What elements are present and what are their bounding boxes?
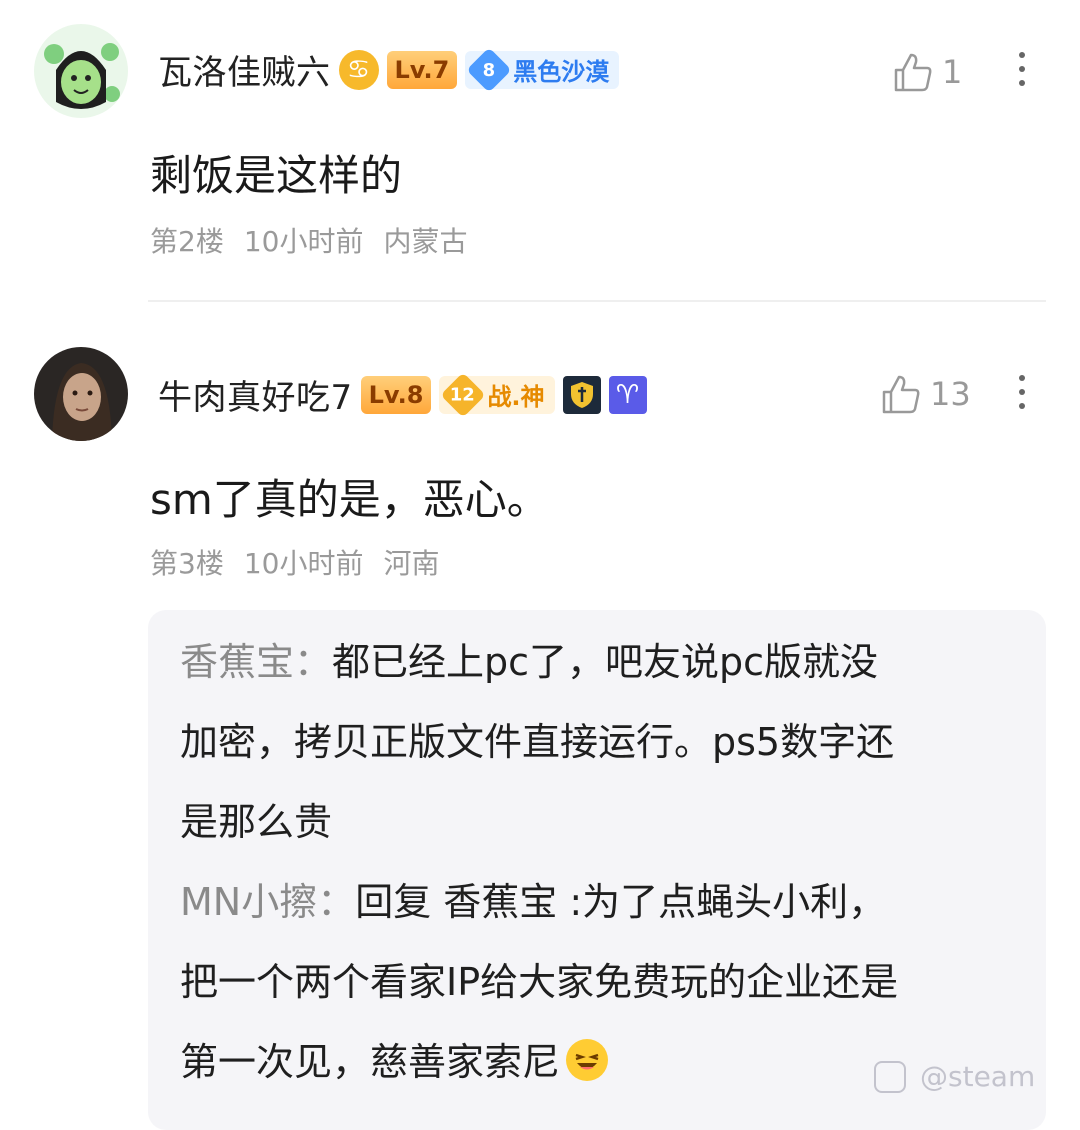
thumbs-up-icon [882, 375, 920, 414]
watermark: @steam [874, 1060, 1035, 1093]
reply-text-line: 回复 香蕉宝 :为了点蝇头小利， [355, 880, 887, 924]
avatar[interactable] [34, 347, 128, 441]
fan-level-diamond-icon: 12 [440, 371, 487, 418]
reply-text-line: 把一个两个看家IP给大家免费玩的企业还是 [180, 960, 899, 1004]
reply-text-line: 都已经上pc了，吧友说pc版就没 [332, 640, 879, 684]
like-count: 1 [942, 53, 963, 91]
more-options-icon[interactable] [1012, 375, 1032, 409]
comment-meta: 第3楼 10小时前 河南 [150, 542, 439, 582]
watermark-text: @steam [920, 1060, 1036, 1093]
comment-text: sm了真的是，恶心。 [150, 475, 549, 524]
reply-text-line: 第一次见，慈善家索尼 [180, 1040, 561, 1084]
app-logo-icon [874, 1060, 906, 1093]
level-badge: Lv.8 [360, 375, 432, 414]
level-badge: Lv.7 [386, 50, 458, 89]
username[interactable]: 瓦洛佳贼六 [158, 45, 331, 94]
thumbs-up-icon [894, 53, 932, 92]
like-button[interactable]: 1 [890, 50, 962, 94]
fan-badge[interactable]: 12 战.神 [439, 371, 555, 418]
fan-badge-name: 黑色沙漠 [513, 58, 610, 86]
floor-number: 第2楼 [150, 225, 224, 258]
fan-level-diamond-icon: 8 [466, 46, 512, 93]
fan-badge[interactable]: 8 黑色沙漠 [465, 46, 620, 93]
sub-reply[interactable]: 香蕉宝：都已经上pc了，吧友说pc版就没 加密，拷贝正版文件直接运行。ps5数字… [180, 622, 1020, 862]
comment-text: 剩饭是这样的 [150, 151, 403, 200]
more-options-icon[interactable] [1012, 52, 1032, 86]
floor-number: 第3楼 [150, 547, 224, 580]
divider [148, 300, 1046, 302]
cancer-zodiac-icon: ♋ [338, 49, 379, 90]
sub-replies-box[interactable]: 香蕉宝：都已经上pc了，吧友说pc版就没 加密，拷贝正版文件直接运行。ps5数字… [148, 610, 1046, 1130]
laughing-emoji-icon [566, 1039, 609, 1081]
location: 河南 [383, 547, 440, 580]
reply-text-line: 是那么贵 [180, 800, 333, 844]
like-button[interactable]: 13 [878, 372, 971, 416]
reply-author[interactable]: 香蕉宝： [180, 640, 332, 684]
comment-meta: 第2楼 10小时前 内蒙古 [150, 220, 467, 260]
timestamp: 10小时前 [243, 225, 364, 258]
like-count: 13 [930, 375, 971, 413]
username[interactable]: 牛肉真好吃7 [158, 370, 353, 419]
shield-icon [562, 375, 601, 414]
aries-zodiac-icon: ♈ [608, 375, 647, 414]
timestamp: 10小时前 [243, 547, 364, 580]
reply-text-line: 加密，拷贝正版文件直接运行。ps5数字还 [180, 720, 895, 764]
avatar[interactable] [34, 24, 128, 118]
fan-badge-name: 战.神 [487, 383, 545, 411]
reply-author[interactable]: MN小擦： [180, 880, 355, 924]
location: 内蒙古 [383, 225, 468, 258]
